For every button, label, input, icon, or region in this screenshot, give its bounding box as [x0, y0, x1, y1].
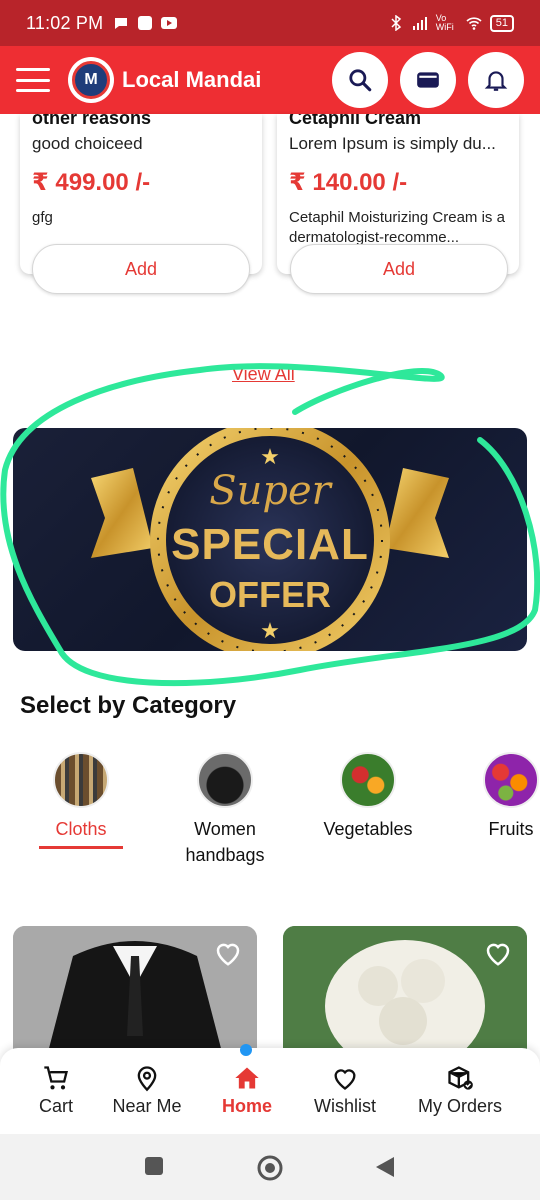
- product-price: ₹ 499.00 /-: [32, 169, 151, 196]
- nav-cart[interactable]: Cart: [34, 1064, 78, 1117]
- nav-home[interactable]: Home: [218, 1064, 276, 1117]
- category-label: Women handbags: [185, 819, 265, 865]
- category-label: Vegetables: [323, 819, 413, 839]
- cart-icon: [44, 1066, 68, 1090]
- product-title: Cetaphil Cream: [289, 114, 422, 128]
- add-to-cart-button[interactable]: Add: [32, 244, 250, 294]
- bottom-navigation: Cart Near Me Home Wishlist My Orders: [0, 1044, 540, 1134]
- category-label: Cloths: [55, 819, 107, 839]
- chat-notification-icon: [115, 18, 128, 29]
- hamburger-menu-icon[interactable]: [16, 68, 50, 92]
- product-tile-cauliflower[interactable]: [283, 926, 527, 1056]
- nav-label: Wishlist: [314, 1096, 376, 1116]
- wishlist-heart-icon[interactable]: [483, 938, 513, 968]
- category-cloths[interactable]: Cloths: [36, 752, 126, 849]
- vegetables-thumbnail: [340, 752, 396, 808]
- box-icon: [448, 1066, 473, 1090]
- home-system-icon[interactable]: [256, 1154, 284, 1182]
- vowifi-label: Vo WiFi: [435, 13, 454, 32]
- wifi-icon: [466, 17, 482, 30]
- product-extra-text: gfg: [32, 209, 53, 226]
- fruits-thumbnail: [483, 752, 539, 808]
- product-title: other reasons: [32, 114, 152, 128]
- annotation-scribble: [0, 363, 540, 687]
- search-icon: [349, 69, 372, 92]
- wishlist-heart-icon[interactable]: [213, 938, 243, 968]
- active-tab-dot: [240, 1044, 252, 1056]
- category-fruits[interactable]: Fruits: [482, 752, 540, 842]
- app-title: Local Mandai: [122, 67, 262, 92]
- nav-my-orders[interactable]: My Orders: [414, 1064, 506, 1117]
- category-women-handbags[interactable]: Women handbags: [170, 752, 280, 868]
- active-category-indicator: [39, 846, 123, 849]
- category-label: Fruits: [488, 819, 534, 839]
- product-extra-text: Cetaphil Moisturizing Cream is a dermato…: [289, 209, 505, 246]
- nav-label: Cart: [38, 1096, 73, 1116]
- signal-icon: [412, 17, 427, 30]
- location-pin-icon: [137, 1066, 157, 1092]
- nav-label: Near Me: [112, 1096, 182, 1116]
- category-vegetables[interactable]: Vegetables: [312, 752, 424, 842]
- heart-icon: [334, 1069, 356, 1090]
- add-to-cart-button[interactable]: Add: [290, 244, 508, 294]
- product-description: Lorem Ipsum is simply du...: [289, 134, 496, 153]
- youtube-notification-icon: [161, 17, 178, 29]
- app-logo: M: [68, 57, 114, 103]
- home-icon: [235, 1067, 259, 1089]
- app-bar: M Local Mandai: [0, 46, 540, 114]
- bluetooth-icon: [391, 15, 401, 31]
- search-button[interactable]: [332, 52, 388, 108]
- product-description: good choiceed: [32, 134, 143, 153]
- product-price: ₹ 140.00 /-: [289, 169, 408, 196]
- notifications-button[interactable]: [468, 52, 524, 108]
- battery-indicator: 51: [489, 14, 514, 32]
- wallet-icon: [417, 72, 439, 88]
- bell-icon: [484, 71, 508, 91]
- status-bar: 11:02 PM Vo WiFi 51: [0, 0, 540, 46]
- app-notification-icon: [138, 16, 153, 30]
- nav-wishlist[interactable]: Wishlist: [310, 1064, 380, 1117]
- wallet-button[interactable]: [400, 52, 456, 108]
- nav-near-me[interactable]: Near Me: [110, 1064, 184, 1117]
- product-tile-suit[interactable]: [13, 926, 257, 1056]
- status-time: 11:02 PM: [26, 12, 104, 33]
- system-navigation-bar: [0, 1134, 540, 1200]
- recent-apps-icon[interactable]: [144, 1156, 164, 1176]
- nav-label: My Orders: [417, 1096, 502, 1116]
- cloths-thumbnail: [53, 752, 109, 808]
- handbag-thumbnail: [197, 752, 253, 808]
- nav-label: Home: [221, 1096, 272, 1116]
- back-icon[interactable]: [374, 1156, 396, 1178]
